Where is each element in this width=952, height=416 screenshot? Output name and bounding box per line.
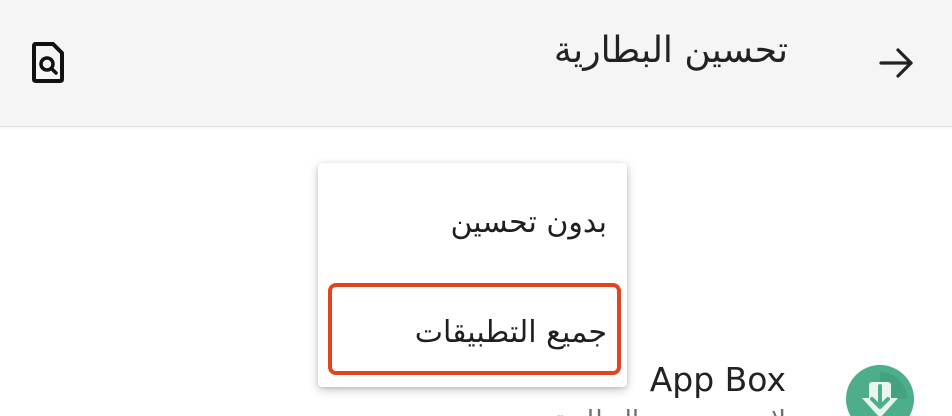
menu-item-all-apps[interactable]: جميع التطبيقات [318,279,627,385]
app-name: App Box [649,360,786,399]
app-bar: تحسين البطارية [0,0,952,127]
dropdown-menu: بدون تحسين جميع التطبيقات [318,163,627,387]
search-document-icon [32,42,64,83]
back-button[interactable] [872,38,922,88]
page-title: تحسين البطارية [553,30,788,71]
arrow-right-icon [879,48,913,78]
search-document-button[interactable] [26,40,70,84]
menu-item-no-optimization[interactable]: بدون تحسين [318,169,627,275]
battery-optimization-screen: تحسين البطارية App Box لا يتم تحسين البط… [0,0,952,416]
app-status: لا يتم تحسين البطارية [553,406,786,416]
app-box-icon [846,365,914,416]
